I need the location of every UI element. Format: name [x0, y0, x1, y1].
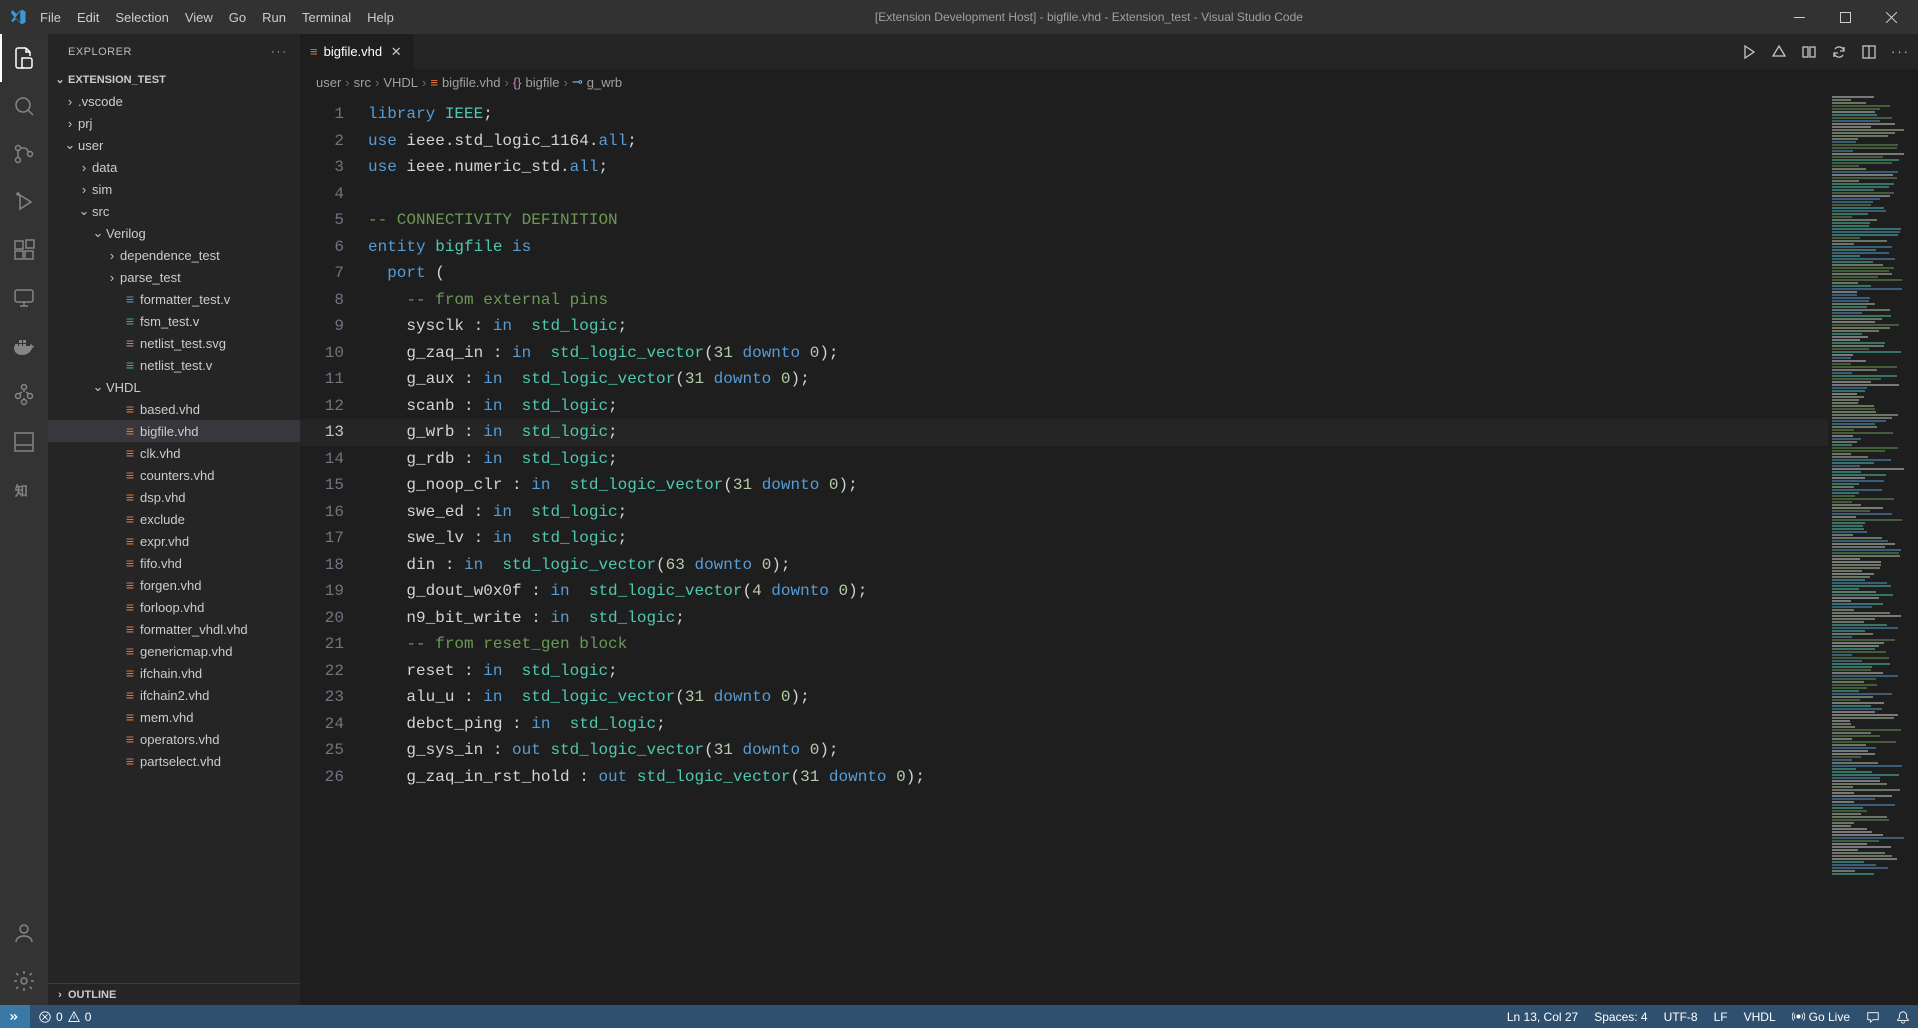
run-icon[interactable] [1741, 44, 1757, 60]
activity-bar: 知 [0, 34, 48, 1005]
folder--vscode[interactable]: ›.vscode [48, 90, 300, 112]
folder-prj[interactable]: ›prj [48, 112, 300, 134]
activity-run-debug[interactable] [0, 178, 48, 226]
file-exclude[interactable]: ≡exclude [48, 508, 300, 530]
debug-run-icon[interactable] [1771, 44, 1787, 60]
menu-edit[interactable]: Edit [69, 4, 107, 31]
activity-explorer[interactable] [0, 34, 48, 82]
svg-text:知: 知 [15, 484, 28, 499]
activity-settings[interactable] [0, 957, 48, 1005]
maximize-button[interactable] [1822, 0, 1868, 34]
encoding-status[interactable]: UTF-8 [1656, 1010, 1706, 1024]
activity-search[interactable] [0, 82, 48, 130]
more-actions-icon[interactable]: ··· [1891, 44, 1910, 59]
menu-terminal[interactable]: Terminal [294, 4, 359, 31]
menu-help[interactable]: Help [359, 4, 402, 31]
folder-user[interactable]: ⌄user [48, 134, 300, 156]
tabs-bar: ≡ bigfile.vhd ✕ ··· [300, 34, 1918, 69]
file-based-vhd[interactable]: ≡based.vhd [48, 398, 300, 420]
folder-sim[interactable]: ›sim [48, 178, 300, 200]
cursor-position[interactable]: Ln 13, Col 27 [1499, 1010, 1586, 1024]
file-dsp-vhd[interactable]: ≡dsp.vhd [48, 486, 300, 508]
indentation-status[interactable]: Spaces: 4 [1586, 1010, 1655, 1024]
file-clk-vhd[interactable]: ≡clk.vhd [48, 442, 300, 464]
window-title: [Extension Development Host] - bigfile.v… [402, 10, 1776, 24]
menu-run[interactable]: Run [254, 4, 294, 31]
editor-area: ≡ bigfile.vhd ✕ ··· user› src› VHDL› ≡bi… [300, 34, 1918, 1005]
explorer-title: EXPLORER [68, 46, 132, 58]
activity-docker[interactable] [0, 322, 48, 370]
file-netlist_test-svg[interactable]: ≡netlist_test.svg [48, 332, 300, 354]
folder-VHDL[interactable]: ⌄VHDL [48, 376, 300, 398]
minimize-button[interactable] [1776, 0, 1822, 34]
file-mem-vhd[interactable]: ≡mem.vhd [48, 706, 300, 728]
refresh-icon[interactable] [1831, 44, 1847, 60]
file-forloop-vhd[interactable]: ≡forloop.vhd [48, 596, 300, 618]
feedback-icon[interactable] [1858, 1010, 1888, 1024]
file-operators-vhd[interactable]: ≡operators.vhd [48, 728, 300, 750]
menu-selection[interactable]: Selection [107, 4, 176, 31]
close-tab-icon[interactable]: ✕ [388, 44, 404, 60]
menu-go[interactable]: Go [221, 4, 254, 31]
activity-extensions[interactable] [0, 226, 48, 274]
menu-bar: File Edit Selection View Go Run Terminal… [32, 4, 402, 31]
folder-parse_test[interactable]: ›parse_test [48, 266, 300, 288]
file-formatter_test-v[interactable]: ≡formatter_test.v [48, 288, 300, 310]
file-partselect-vhd[interactable]: ≡partselect.vhd [48, 750, 300, 772]
activity-account[interactable] [0, 909, 48, 957]
remote-button[interactable] [0, 1005, 30, 1028]
activity-source-control[interactable] [0, 130, 48, 178]
problems-status[interactable]: 0 0 [30, 1010, 99, 1024]
file-genericmap-vhd[interactable]: ≡genericmap.vhd [48, 640, 300, 662]
file-fifo-vhd[interactable]: ≡fifo.vhd [48, 552, 300, 574]
code-editor[interactable]: 1library IEEE;2use ieee.std_logic_1164.a… [300, 95, 1828, 1005]
tab-bigfile[interactable]: ≡ bigfile.vhd ✕ [300, 34, 415, 69]
golive-status[interactable]: Go Live [1784, 1010, 1858, 1024]
file-fsm_test-v[interactable]: ≡fsm_test.v [48, 310, 300, 332]
file-tree: ›.vscode›prj⌄user›data›sim⌄src⌄Verilog›d… [48, 90, 300, 772]
menu-view[interactable]: View [177, 4, 221, 31]
file-netlist_test-v[interactable]: ≡netlist_test.v [48, 354, 300, 376]
folder-data[interactable]: ›data [48, 156, 300, 178]
minimap[interactable] [1828, 95, 1918, 1005]
explorer-sidebar: EXPLORER ··· ⌄ EXTENSION_TEST ›.vscode›p… [48, 34, 300, 1005]
vhd-file-icon: ≡ [310, 44, 318, 59]
file-ifchain2-vhd[interactable]: ≡ifchain2.vhd [48, 684, 300, 706]
root-folder[interactable]: ⌄ EXTENSION_TEST [48, 69, 300, 90]
explorer-more-icon[interactable]: ··· [271, 46, 288, 58]
close-button[interactable] [1868, 0, 1914, 34]
notifications-icon[interactable] [1888, 1010, 1918, 1024]
file-ifchain-vhd[interactable]: ≡ifchain.vhd [48, 662, 300, 684]
folder-dependence_test[interactable]: ›dependence_test [48, 244, 300, 266]
file-counters-vhd[interactable]: ≡counters.vhd [48, 464, 300, 486]
tab-label: bigfile.vhd [324, 44, 383, 59]
file-formatter_vhdl-vhd[interactable]: ≡formatter_vhdl.vhd [48, 618, 300, 640]
activity-panel[interactable] [0, 418, 48, 466]
menu-file[interactable]: File [32, 4, 69, 31]
file-bigfile-vhd[interactable]: ≡bigfile.vhd [48, 420, 300, 442]
folder-Verilog[interactable]: ⌄Verilog [48, 222, 300, 244]
folder-src[interactable]: ⌄src [48, 200, 300, 222]
file-expr-vhd[interactable]: ≡expr.vhd [48, 530, 300, 552]
eol-status[interactable]: LF [1706, 1010, 1736, 1024]
file-forgen-vhd[interactable]: ≡forgen.vhd [48, 574, 300, 596]
vscode-icon [4, 8, 32, 26]
breadcrumb[interactable]: user› src› VHDL› ≡bigfile.vhd› {}bigfile… [300, 69, 1918, 95]
outline-section[interactable]: › OUTLINE [48, 983, 300, 1005]
compare-icon[interactable] [1801, 44, 1817, 60]
activity-tree[interactable] [0, 370, 48, 418]
activity-zhihu[interactable]: 知 [0, 466, 48, 514]
title-bar: File Edit Selection View Go Run Terminal… [0, 0, 1918, 34]
status-bar: 0 0 Ln 13, Col 27 Spaces: 4 UTF-8 LF VHD… [0, 1005, 1918, 1028]
split-editor-icon[interactable] [1861, 44, 1877, 60]
activity-remote[interactable] [0, 274, 48, 322]
language-status[interactable]: VHDL [1736, 1010, 1784, 1024]
